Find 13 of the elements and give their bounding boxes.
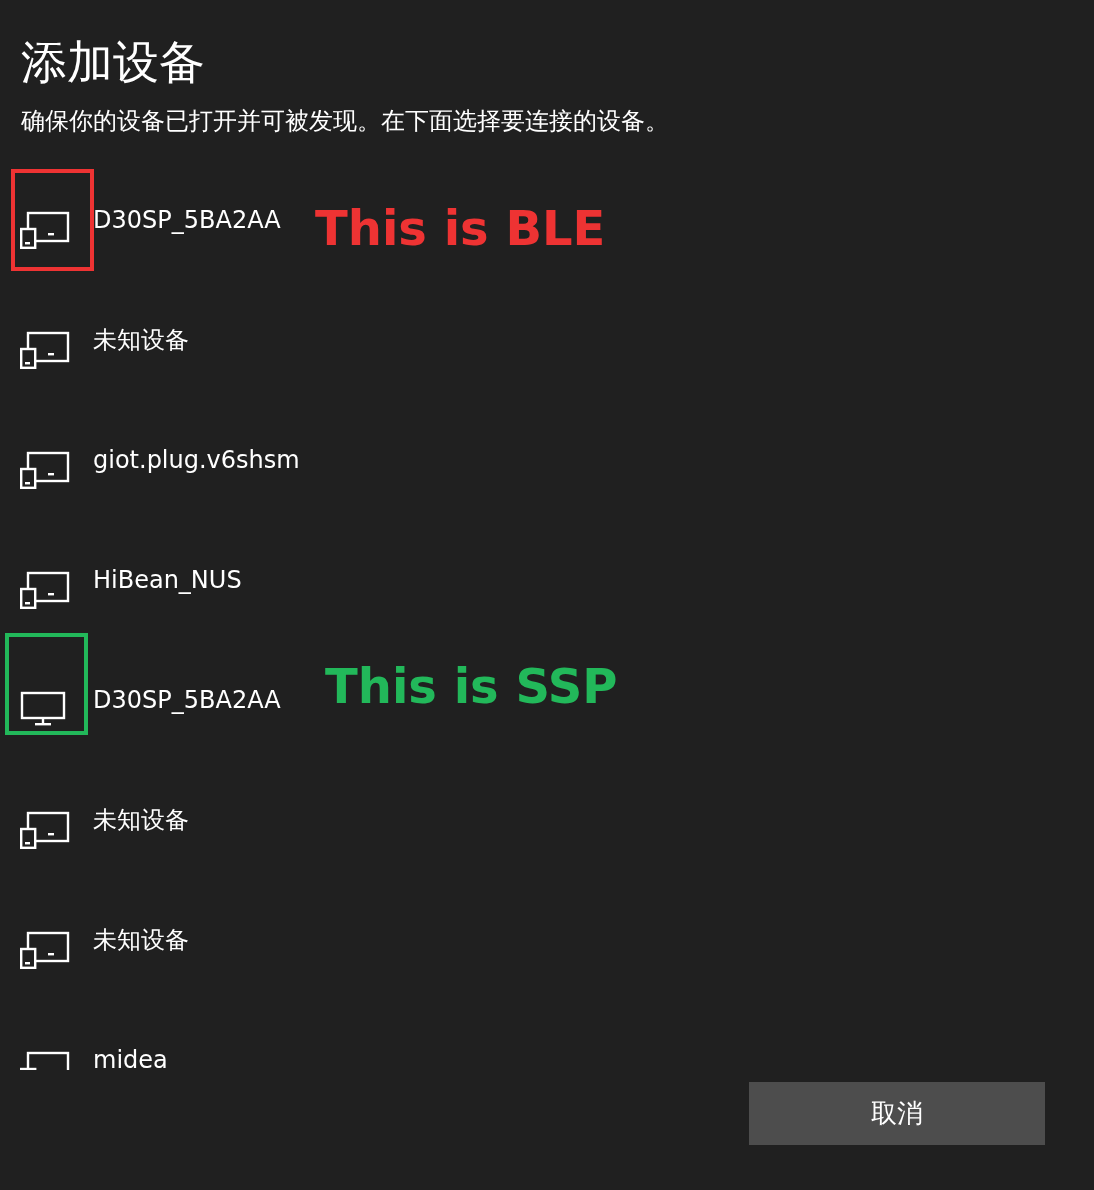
device-item[interactable]: 未知设备 [0, 280, 1094, 400]
cancel-button[interactable]: 取消 [749, 1082, 1045, 1145]
dialog-title: 添加设备 [21, 34, 206, 91]
device-item[interactable]: giot.plug.v6shsm [0, 400, 1094, 520]
device-item[interactable]: HiBean_NUS [0, 520, 1094, 640]
device-item[interactable]: midea [0, 1000, 1094, 1070]
annotation-label: This is SSP [325, 658, 618, 714]
device-item[interactable]: D30SP_5BA2AA This is SSP [0, 640, 1094, 760]
device-item[interactable]: 未知设备 [0, 880, 1094, 1000]
device-item[interactable]: 未知设备 [0, 760, 1094, 880]
annotation-label: This is BLE [315, 200, 606, 256]
device-item[interactable]: D30SP_5BA2AA This is BLE [0, 160, 1094, 280]
instruction-text: 确保你的设备已打开并可被发现。在下面选择要连接的设备。 [21, 106, 670, 136]
